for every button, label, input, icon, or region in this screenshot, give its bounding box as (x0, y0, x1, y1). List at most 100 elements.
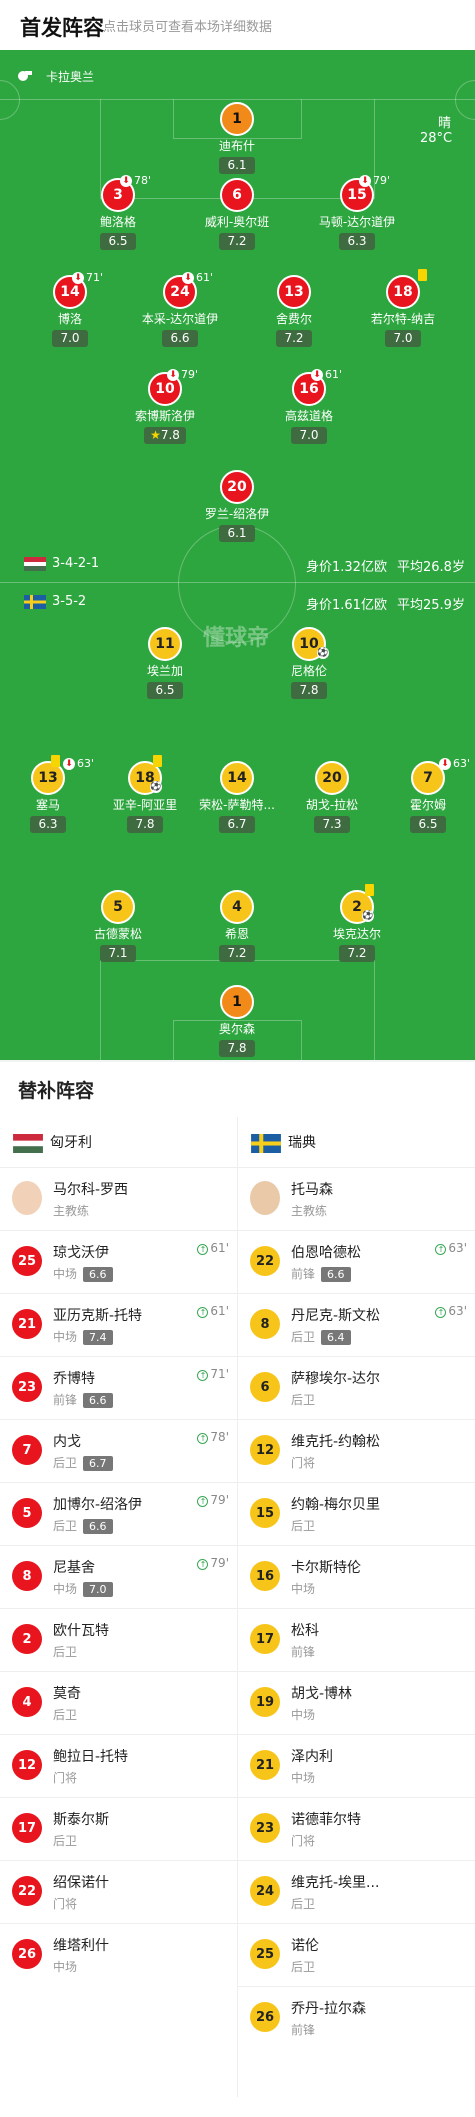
avatar (250, 1181, 280, 1215)
away-coach[interactable]: 托马森 主教练 (238, 1167, 475, 1230)
sub-player-row[interactable]: 12 维克托-约翰松 门将 (238, 1419, 475, 1482)
sub-player-pos-wrap: 后卫 (53, 1643, 77, 1660)
player-away[interactable]: 1 奥尔森 7.8 (182, 985, 292, 1057)
sub-player-position: 后卫 (53, 1456, 78, 1470)
sub-player-number: 15 (250, 1498, 280, 1528)
sub-player-position: 后卫 (53, 1834, 78, 1848)
away-team-header: 瑞典 (238, 1117, 475, 1167)
sub-player-name: 亚历克斯-托特 (53, 1308, 143, 1324)
sub-player-row[interactable]: 8 尼基舍 中场 7.0 ↑ 79' (0, 1545, 237, 1608)
sub-player-name: 约翰-梅尔贝里 (291, 1497, 381, 1513)
player-away[interactable]: 5 古德蒙松 7.1 (63, 890, 173, 962)
sub-player-pos-wrap: 中场 (291, 1580, 315, 1597)
player-away[interactable]: 7 ⬇ 63' 霍尔姆 6.5 (373, 757, 475, 833)
yellow-card-icon (153, 755, 162, 767)
sub-player-rating: 6.6 (83, 1393, 113, 1408)
sub-player-name: 维塔利什 (53, 1938, 109, 1954)
sub-player-row[interactable]: 22 伯恩哈德松 前锋 6.6 ↑ 63' (238, 1230, 475, 1293)
sub-player-position: 前锋 (291, 1267, 316, 1281)
sub-player-number: 8 (250, 1309, 280, 1339)
player-rating: 7.8 (219, 1040, 255, 1057)
avatar (12, 1181, 42, 1215)
player-rating: 7.8 (160, 428, 180, 442)
sub-player-row[interactable]: 15 约翰-梅尔贝里 后卫 (238, 1482, 475, 1545)
sub-player-row[interactable]: 21 亚历克斯-托特 中场 7.4 ↑ 61' (0, 1293, 237, 1356)
sub-player-number: 25 (250, 1939, 280, 1969)
player-away[interactable]: 10 ⚽ 尼格伦 7.8 (254, 627, 364, 699)
sub-on: ↑ 79' (197, 1493, 229, 1507)
sub-player-rating: 6.7 (83, 1456, 113, 1471)
player-rating: 6.3 (339, 233, 375, 250)
player-home[interactable]: 16 ⬇ 61' 高兹道格 7.0 (254, 368, 364, 444)
player-number: 1 (220, 985, 254, 1019)
goal-ball-icon: ⚽ (317, 647, 329, 659)
player-away[interactable]: 20 胡戈-拉松 7.3 (277, 761, 387, 833)
home-formation: 3-4-2-1 (52, 556, 100, 571)
sub-player-row[interactable]: 12 鲍拉日-托特 门将 (0, 1734, 237, 1797)
sub-player-row[interactable]: 21 泽内利 中场 (238, 1734, 475, 1797)
sub-player-row[interactable]: 23 诺德菲尔特 门将 (238, 1797, 475, 1860)
sub-player-name: 琼戈沃伊 (53, 1245, 109, 1261)
sub-on-minute: 78' (210, 1430, 229, 1444)
coach-role: 主教练 (291, 1204, 328, 1218)
player-home[interactable]: 15 ⬇ 79' 马顿-达尔道伊 6.3 (302, 174, 412, 250)
player-home[interactable]: 24 ⬇ 61' 本采-达尔道伊 6.6 (125, 271, 235, 347)
sub-player-number: 19 (250, 1687, 280, 1717)
player-home[interactable]: 18 若尔特-纳吉 7.0 (348, 269, 458, 347)
player-away[interactable]: 2 ⚽ 埃克达尔 7.2 (302, 884, 412, 962)
home-coach[interactable]: 马尔科-罗西 主教练 (0, 1167, 237, 1230)
sub-player-number: 16 (250, 1561, 280, 1591)
player-home[interactable]: 6 威利-奥尔班 7.2 (182, 178, 292, 250)
sub-player-pos-wrap: 门将 (291, 1454, 315, 1471)
player-rating: 6.6 (162, 330, 198, 347)
whistle-icon (18, 71, 32, 81)
sub-player-row[interactable]: 25 琼戈沃伊 中场 6.6 ↑ 61' (0, 1230, 237, 1293)
sub-player-row[interactable]: 8 丹尼克-斯文松 后卫 6.4 ↑ 63' (238, 1293, 475, 1356)
player-away[interactable]: 4 希恩 7.2 (182, 890, 292, 962)
player-home[interactable]: 1 迪布什 6.1 (182, 102, 292, 174)
sub-on: ↑ 63' (435, 1241, 467, 1255)
player-name: 荣松-萨勒特... (199, 798, 275, 812)
sub-on-icon: ↑ (197, 1559, 209, 1570)
player-away[interactable]: 14 荣松-萨勒特... 6.7 (182, 761, 292, 833)
sub-player-number: 4 (12, 1687, 42, 1717)
sub-player-pos-wrap: 中场 7.4 (53, 1328, 113, 1345)
sub-player-number: 17 (12, 1813, 42, 1843)
sub-player-number: 22 (250, 1246, 280, 1276)
sub-player-row[interactable]: 16 卡尔斯特伦 中场 (238, 1545, 475, 1608)
player-home[interactable]: 13 舍费尔 7.2 (239, 275, 349, 347)
player-rating: 7.2 (276, 330, 312, 347)
player-home[interactable]: 14 ⬇ 71' 博洛 7.0 (15, 271, 125, 347)
player-away[interactable]: 13 ⬇ 63' 塞马 6.3 (0, 755, 103, 833)
sub-off-icon: ⬇ (63, 758, 75, 770)
sub-on-minute: 71' (210, 1367, 229, 1381)
player-away[interactable]: 11 埃兰加 6.5 (110, 627, 220, 699)
sub-player-row[interactable]: 17 松科 前锋 (238, 1608, 475, 1671)
sub-player-pos-wrap: 后卫 6.7 (53, 1454, 113, 1471)
player-home[interactable]: 10 ⬇ 79' 索博斯洛伊 ★7.8 (110, 368, 220, 444)
player-home[interactable]: 20 罗兰-绍洛伊 6.1 (182, 470, 292, 542)
sub-player-number: 23 (12, 1372, 42, 1402)
sub-player-row[interactable]: 7 内戈 后卫 6.7 ↑ 78' (0, 1419, 237, 1482)
player-home[interactable]: 3 ⬇ 78' 鲍洛格 6.5 (63, 174, 173, 250)
sub-player-row[interactable]: 2 欧什瓦特 后卫 (0, 1608, 237, 1671)
sub-player-row[interactable]: 5 加博尔-绍洛伊 后卫 6.6 ↑ 79' (0, 1482, 237, 1545)
sub-player-row[interactable]: 26 乔丹-拉尔森 前锋 (238, 1986, 475, 2049)
sub-player-number: 5 (12, 1498, 42, 1528)
sub-player-row[interactable]: 24 维克托-埃里... 后卫 (238, 1860, 475, 1923)
sub-player-row[interactable]: 17 斯泰尔斯 后卫 (0, 1797, 237, 1860)
sub-player-row[interactable]: 6 萨穆埃尔-达尔 后卫 (238, 1356, 475, 1419)
sub-on-icon: ↑ (197, 1370, 209, 1381)
substitutes-section: 替补阵容 匈牙利 马尔科-罗西 主教练 25 琼戈沃伊 中场 6.6 ↑ 61' 21 亚历克… (0, 1062, 475, 2117)
sub-player-row[interactable]: 23 乔博特 前锋 6.6 ↑ 71' (0, 1356, 237, 1419)
sub-player-position: 中场 (291, 1771, 316, 1785)
sub-on-minute: 63' (448, 1304, 467, 1318)
sub-player-rating: 6.4 (321, 1330, 351, 1345)
sub-player-row[interactable]: 4 莫奇 后卫 (0, 1671, 237, 1734)
sub-player-row[interactable]: 25 诺伦 后卫 (238, 1923, 475, 1986)
away-formation: 3-5-2 (52, 594, 87, 609)
sub-player-name: 胡戈-博林 (291, 1686, 353, 1702)
sub-player-row[interactable]: 26 维塔利什 中场 (0, 1923, 237, 1986)
sub-player-row[interactable]: 22 绍保诺什 门将 (0, 1860, 237, 1923)
sub-player-row[interactable]: 19 胡戈-博林 中场 (238, 1671, 475, 1734)
